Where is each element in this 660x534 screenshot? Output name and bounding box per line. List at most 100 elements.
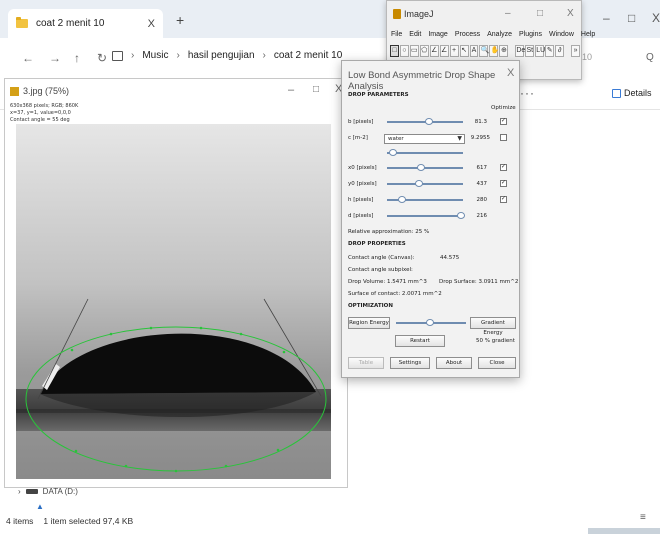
optimize-checkbox-h[interactable]: ✓: [500, 196, 507, 203]
zoom-tool-icon[interactable]: 🔍: [479, 45, 489, 57]
image-info-line: Contact angle = 55 deg: [10, 117, 70, 123]
developer-menu-icon[interactable]: Dev: [515, 45, 529, 57]
slider-track: [387, 215, 463, 217]
oval-tool-icon[interactable]: ○: [399, 45, 409, 57]
slider-x0[interactable]: [387, 164, 463, 171]
image-canvas[interactable]: [16, 124, 331, 479]
drop-analysis-tool-icon[interactable]: ∂: [555, 45, 565, 57]
back-arrow-icon[interactable]: ←: [22, 51, 34, 65]
imagej-icon: [10, 86, 19, 96]
about-button[interactable]: About: [436, 357, 472, 369]
wand-tool-icon[interactable]: ↖: [459, 45, 469, 57]
section-drop-parameters: DROP PARAMETERS: [348, 92, 409, 98]
point-tool-icon[interactable]: +: [449, 45, 459, 57]
imagej-maximize-button[interactable]: □: [537, 8, 543, 19]
gradient-energy-button[interactable]: Gradient Energy: [470, 317, 516, 336]
up-arrow-icon[interactable]: ↑: [74, 51, 80, 65]
imagej-titlebar[interactable]: ImageJ: [393, 9, 434, 19]
sidebar-item-data-drive[interactable]: › DATA (D:): [18, 487, 78, 496]
forward-arrow-icon[interactable]: →: [49, 51, 61, 65]
slider-knob[interactable]: [389, 149, 398, 156]
settings-button[interactable]: Settings: [390, 357, 430, 369]
line-tool-icon[interactable]: ∠: [429, 45, 439, 57]
new-tab-button[interactable]: +: [176, 12, 184, 28]
explorer-close-button[interactable]: X: [652, 11, 660, 25]
contact-angle-subpixel-label: Contact angle subpixel:: [348, 267, 413, 273]
gradient-percent-label: 50 % gradient: [476, 338, 515, 344]
breadcrumb-hasil-pengujian[interactable]: hasil pengujian: [188, 50, 255, 61]
more-options-button[interactable]: ···: [520, 86, 535, 100]
optimize-checkbox-c[interactable]: [500, 134, 507, 141]
menu-edit[interactable]: Edit: [409, 31, 421, 38]
chevron-right-icon[interactable]: ›: [18, 487, 21, 496]
explorer-maximize-button[interactable]: □: [628, 11, 635, 25]
slider-knob[interactable]: [414, 180, 423, 187]
restart-button[interactable]: Restart: [395, 335, 445, 347]
breadcrumb-separator: ›: [131, 50, 135, 61]
network-icon[interactable]: ▲: [36, 502, 44, 511]
breadcrumb-current-folder[interactable]: coat 2 menit 10: [274, 50, 342, 61]
imagej-close-button[interactable]: X: [567, 8, 574, 19]
dropper-tool-icon[interactable]: ⊕: [499, 45, 509, 57]
status-item-count: 4 items: [6, 516, 34, 526]
slider-d[interactable]: [387, 212, 466, 219]
imagej-toolbar: □ ○ ▭ ⬠ ∠ ∠ + ↖ A 🔍 ✋ ⊕ Dev St LUT ✎ ∂ »: [390, 45, 581, 59]
drop-analysis-dialog: Low Bond Asymmetric Drop Shape Analysis …: [341, 60, 520, 378]
table-button[interactable]: Table: [348, 357, 384, 369]
details-button[interactable]: Details: [612, 88, 652, 98]
tab-close-icon[interactable]: X: [148, 18, 155, 30]
search-icon[interactable]: Q: [646, 52, 654, 63]
region-energy-button[interactable]: Region Energy: [348, 317, 390, 329]
slider-h[interactable]: [387, 196, 463, 203]
optimize-checkbox-y0[interactable]: ✓: [500, 180, 507, 187]
image-minimize-button[interactable]: –: [288, 84, 294, 96]
details-view-icon[interactable]: ≡: [640, 512, 646, 523]
close-button[interactable]: Close: [478, 357, 516, 369]
refresh-icon[interactable]: ↻: [97, 51, 107, 65]
menu-file[interactable]: File: [391, 31, 402, 38]
slider-knob[interactable]: [424, 118, 433, 125]
menu-window[interactable]: Window: [549, 31, 574, 38]
more-tools-icon[interactable]: »: [571, 45, 581, 57]
polygon-tool-icon[interactable]: ▭: [409, 45, 419, 57]
optimize-checkbox-b[interactable]: ✓: [500, 118, 507, 125]
optimize-column-label: Optimize: [491, 105, 516, 111]
image-window-titlebar[interactable]: 3.jpg (75%): [5, 79, 347, 103]
imagej-minimize-button[interactable]: –: [505, 8, 511, 19]
param-label-y0: y0 [pixels]: [348, 181, 377, 187]
energy-balance-slider[interactable]: [396, 319, 466, 326]
hand-tool-icon[interactable]: ✋: [489, 45, 499, 57]
explorer-tab-title: coat 2 menit 10: [36, 18, 105, 29]
slider-b[interactable]: [387, 118, 463, 125]
this-pc-icon[interactable]: [112, 50, 123, 61]
breadcrumb-music[interactable]: Music: [142, 50, 168, 61]
menu-analyze[interactable]: Analyze: [487, 31, 512, 38]
slider-knob[interactable]: [417, 164, 426, 171]
slider-c[interactable]: [387, 149, 463, 156]
slider-knob[interactable]: [425, 319, 434, 326]
dialog-close-icon[interactable]: X: [507, 67, 514, 79]
slider-y0[interactable]: [387, 180, 463, 187]
menu-help[interactable]: Help: [581, 31, 595, 38]
image-window-title: 3.jpg (75%): [23, 86, 70, 96]
slider-knob[interactable]: [457, 212, 466, 219]
image-maximize-button[interactable]: □: [313, 84, 319, 95]
explorer-tab[interactable]: coat 2 menit 10 X: [8, 9, 163, 38]
param-label-c: c [m-2]: [348, 135, 368, 141]
slider-knob[interactable]: [398, 196, 407, 203]
param-label-x0: x0 [pixels]: [348, 165, 377, 171]
optimize-checkbox-x0[interactable]: ✓: [500, 164, 507, 171]
explorer-minimize-button[interactable]: –: [603, 11, 610, 25]
menu-process[interactable]: Process: [455, 31, 480, 38]
angle-tool-icon[interactable]: ∠: [439, 45, 449, 57]
rectangle-tool-icon[interactable]: □: [390, 45, 399, 57]
lut-menu-icon[interactable]: LUT: [535, 45, 550, 57]
menu-image[interactable]: Image: [428, 31, 447, 38]
brush-tool-icon[interactable]: ✎: [545, 45, 555, 57]
liquid-select[interactable]: water ▼: [384, 134, 465, 144]
freehand-tool-icon[interactable]: ⬠: [419, 45, 429, 57]
stack-tools-icon[interactable]: St: [525, 45, 535, 57]
menu-plugins[interactable]: Plugins: [519, 31, 542, 38]
surface-of-contact: Surface of contact: 2.0071 mm^2: [348, 291, 442, 297]
text-tool-icon[interactable]: A: [469, 45, 479, 57]
